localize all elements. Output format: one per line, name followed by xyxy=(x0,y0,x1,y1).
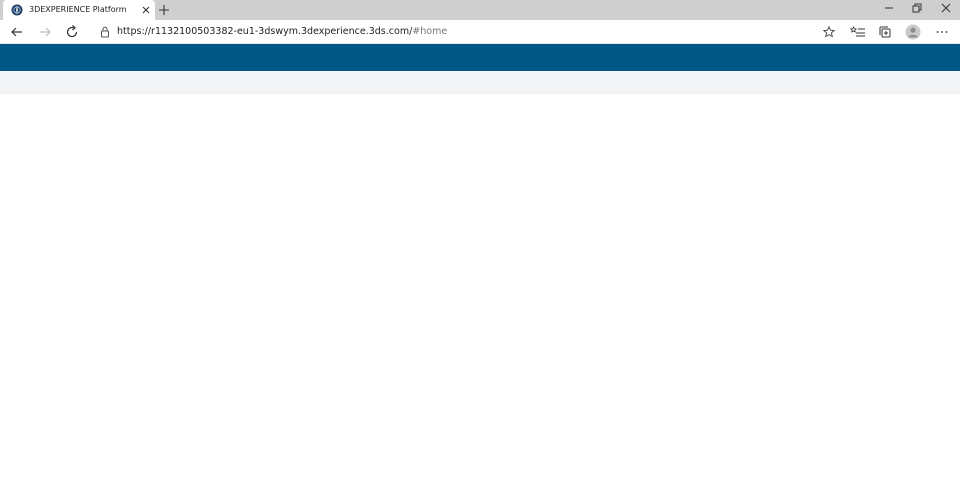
collections-icon[interactable] xyxy=(877,24,893,40)
page-content xyxy=(0,94,960,485)
back-arrow-icon[interactable] xyxy=(9,24,25,40)
url-fragment: #home xyxy=(412,26,448,37)
url-text[interactable]: https://r1132100503382-eu1-3dswym.3dexpe… xyxy=(117,26,447,38)
minimize-icon[interactable] xyxy=(881,1,897,15)
refresh-icon[interactable] xyxy=(64,24,80,40)
favorites-list-icon[interactable] xyxy=(850,24,866,40)
more-options-icon[interactable] xyxy=(934,24,950,40)
close-window-icon[interactable] xyxy=(938,1,954,15)
close-tab-icon[interactable] xyxy=(139,3,153,17)
browser-tab[interactable]: 3DEXPERIENCE Platform xyxy=(3,0,155,20)
address-bar[interactable]: https://r1132100503382-eu1-3dswym.3dexpe… xyxy=(90,22,842,42)
new-tab-icon[interactable] xyxy=(156,2,172,18)
restore-icon[interactable] xyxy=(908,1,924,15)
lock-icon[interactable] xyxy=(98,25,112,39)
browser-tabstrip: 3DEXPERIENCE Platform xyxy=(0,0,960,20)
3dexperience-compass-icon xyxy=(11,4,23,16)
forward-arrow-icon[interactable] xyxy=(37,24,53,40)
browser-toolbar: https://r1132100503382-eu1-3dswym.3dexpe… xyxy=(0,20,960,44)
platform-sub-bar xyxy=(0,71,960,94)
url-main: https://r1132100503382-eu1-3dswym.3dexpe… xyxy=(117,26,413,37)
tab-title: 3DEXPERIENCE Platform xyxy=(29,5,127,14)
favorite-star-icon[interactable] xyxy=(822,25,836,39)
platform-top-bar xyxy=(0,44,960,71)
profile-avatar-icon[interactable] xyxy=(905,24,921,40)
